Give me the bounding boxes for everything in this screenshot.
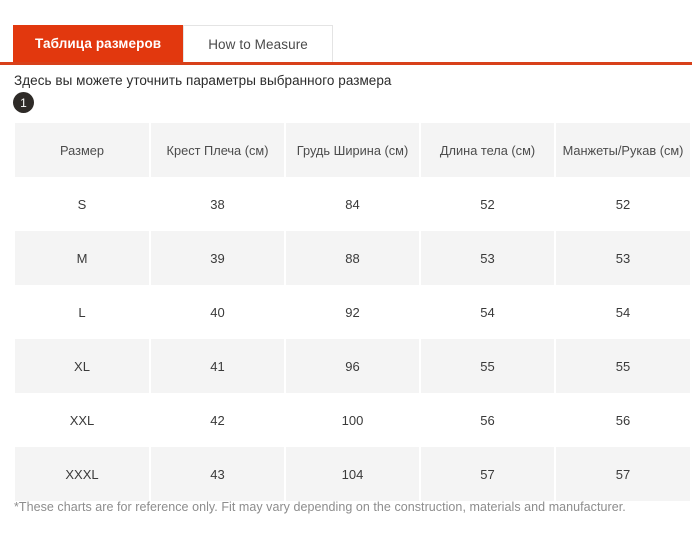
table-body: S 38 84 52 52 M 39 88 53 53 L 40 92 54 5…: [15, 177, 690, 501]
cell-shoulder: 39: [151, 231, 284, 285]
cell-body-length: 57: [421, 447, 554, 501]
tab-how-to-measure[interactable]: How to Measure: [183, 25, 333, 62]
table-row: L 40 92 54 54: [15, 285, 690, 339]
cell-size: M: [15, 231, 149, 285]
disclaimer-text: *These charts are for reference only. Fi…: [14, 500, 626, 514]
cell-size: XL: [15, 339, 149, 393]
cell-size: XXXL: [15, 447, 149, 501]
cell-cuff-sleeve: 54: [556, 285, 690, 339]
cell-size: XXL: [15, 393, 149, 447]
table-row: M 39 88 53 53: [15, 231, 690, 285]
cell-cuff-sleeve: 52: [556, 177, 690, 231]
tab-size-chart[interactable]: Таблица размеров: [13, 25, 184, 62]
column-header-body-length: Длина тела (см): [421, 123, 554, 177]
cell-size: S: [15, 177, 149, 231]
step-badge: 1: [13, 92, 34, 113]
cell-chest-width: 88: [286, 231, 419, 285]
tab-bar: Таблица размеров How to Measure: [0, 25, 692, 65]
table-header: Размер Крест Плеча (см) Грудь Ширина (см…: [15, 123, 690, 177]
cell-shoulder: 41: [151, 339, 284, 393]
cell-chest-width: 96: [286, 339, 419, 393]
cell-body-length: 56: [421, 393, 554, 447]
cell-chest-width: 92: [286, 285, 419, 339]
cell-chest-width: 100: [286, 393, 419, 447]
column-header-shoulder: Крест Плеча (см): [151, 123, 284, 177]
cell-body-length: 54: [421, 285, 554, 339]
table-header-row: Размер Крест Плеча (см) Грудь Ширина (см…: [15, 123, 690, 177]
table-row: XXL 42 100 56 56: [15, 393, 690, 447]
cell-size: L: [15, 285, 149, 339]
table-row: S 38 84 52 52: [15, 177, 690, 231]
cell-shoulder: 43: [151, 447, 284, 501]
table-row: XXXL 43 104 57 57: [15, 447, 690, 501]
cell-shoulder: 38: [151, 177, 284, 231]
cell-cuff-sleeve: 57: [556, 447, 690, 501]
cell-body-length: 52: [421, 177, 554, 231]
cell-chest-width: 84: [286, 177, 419, 231]
table-row: XL 41 96 55 55: [15, 339, 690, 393]
size-chart-table: Размер Крест Плеча (см) Грудь Ширина (см…: [13, 123, 692, 501]
column-header-size: Размер: [15, 123, 149, 177]
column-header-cuff-sleeve: Манжеты/Рукав (см): [556, 123, 690, 177]
cell-chest-width: 104: [286, 447, 419, 501]
cell-body-length: 53: [421, 231, 554, 285]
cell-cuff-sleeve: 56: [556, 393, 690, 447]
cell-shoulder: 42: [151, 393, 284, 447]
tab-underline: [0, 62, 692, 65]
cell-shoulder: 40: [151, 285, 284, 339]
cell-cuff-sleeve: 55: [556, 339, 690, 393]
tab-list: Таблица размеров How to Measure: [13, 25, 333, 62]
cell-body-length: 55: [421, 339, 554, 393]
column-header-chest-width: Грудь Ширина (см): [286, 123, 419, 177]
cell-cuff-sleeve: 53: [556, 231, 690, 285]
page-subtitle: Здесь вы можете уточнить параметры выбра…: [14, 73, 392, 88]
